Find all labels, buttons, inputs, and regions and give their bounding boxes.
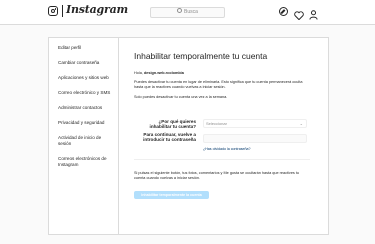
reason-select-value: Seleccionar: [206, 121, 227, 126]
sidebar-item-manage-contacts[interactable]: Administrar contactos: [58, 105, 114, 111]
limit-note: Solo puedes desactivar tu cuenta una vez…: [134, 95, 228, 99]
divider: [134, 159, 310, 160]
deactivate-account-button[interactable]: Inhabilitar temporalmente la cuenta: [134, 191, 209, 199]
confirm-note: Si pulsas el siguiente botón, tus fotos,…: [134, 171, 300, 180]
sidebar-item-instagram-emails[interactable]: Correos electrónicos de Instagram: [58, 156, 114, 168]
greeting-text: Hola,: [134, 71, 143, 75]
instagram-wordmark[interactable]: Instagram: [66, 3, 128, 16]
search-icon: [177, 8, 183, 13]
sidebar-item-login-activity[interactable]: Actividad de inicio de sesión: [58, 135, 114, 147]
password-field[interactable]: [203, 134, 307, 143]
search-input[interactable]: Busca: [150, 7, 225, 18]
sidebar-item-email-sms[interactable]: Correo electrónico y SMS: [58, 90, 114, 96]
deactivate-account-content: Inhabilitar temporalmente tu cuenta Hola…: [118, 38, 328, 234]
settings-panel: Editar perfil Cambiar contraseña Aplicac…: [48, 37, 329, 235]
search-placeholder: Busca: [184, 9, 198, 15]
forgot-password-link[interactable]: ¿Has olvidado la contraseña?: [203, 147, 251, 151]
chevron-down-icon: ⌄: [299, 121, 303, 126]
intro-text: Puedes desactivar tu cuenta en lugar de …: [134, 80, 303, 89]
username: design.web.rcolombia: [143, 71, 184, 75]
settings-sidebar: Editar perfil Cambiar contraseña Aplicac…: [49, 38, 119, 234]
sidebar-item-edit-profile[interactable]: Editar perfil: [58, 45, 114, 51]
profile-person-icon[interactable]: [309, 7, 318, 20]
sidebar-item-change-password[interactable]: Cambiar contraseña: [58, 60, 114, 66]
password-label: Para continuar, vuelve a introducir tu c…: [143, 132, 196, 143]
activity-heart-icon[interactable]: [294, 7, 304, 21]
greeting-line: Hola, design.web.rcolombia: [134, 71, 318, 76]
instagram-camera-icon[interactable]: [48, 6, 58, 16]
reason-label: ¿Por qué quieres inhabilitar tu cuenta?: [149, 119, 196, 130]
sidebar-item-privacy-security[interactable]: Privacidad y seguridad: [58, 120, 114, 126]
reason-select[interactable]: Seleccionar ⌄: [203, 119, 307, 128]
logo-divider: [62, 5, 63, 17]
explore-compass-icon[interactable]: [279, 7, 288, 16]
top-navigation-bar: Instagram Busca: [0, 0, 375, 25]
page-title: Inhabilitar temporalmente tu cuenta: [134, 51, 268, 61]
sidebar-item-apps-websites[interactable]: Aplicaciones y sitios web: [58, 75, 114, 81]
